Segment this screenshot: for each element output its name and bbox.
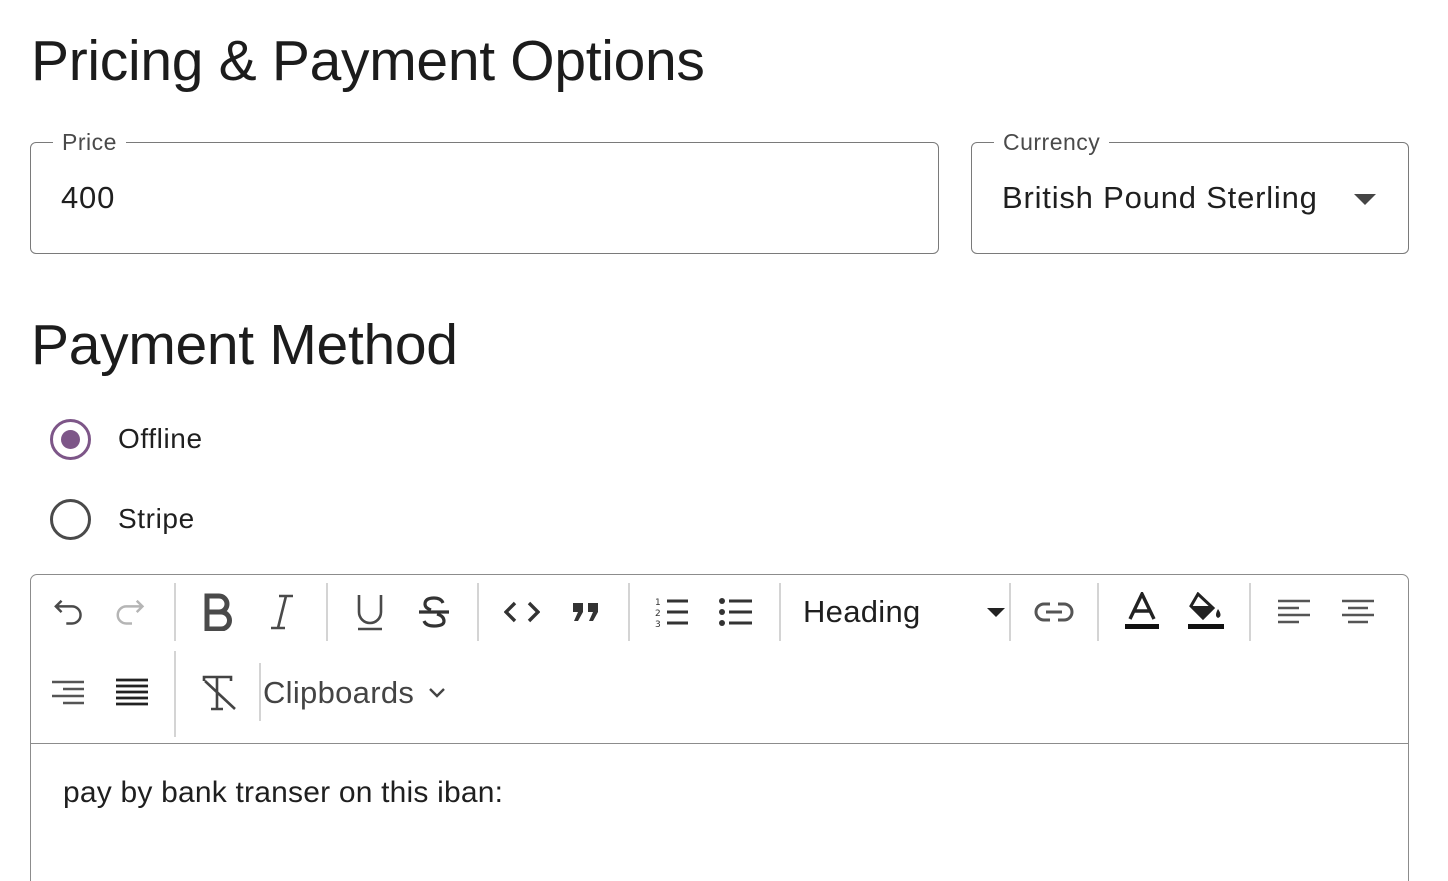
highlight-color-icon [1188, 592, 1224, 629]
redo-button[interactable] [107, 587, 157, 637]
text-color-button[interactable] [1117, 587, 1167, 637]
radio-stripe[interactable] [50, 498, 91, 540]
pricing-page: Pricing & Payment Options Price 400 Curr… [0, 0, 1448, 881]
align-right-button[interactable] [43, 668, 93, 718]
highlight-color-button[interactable] [1181, 587, 1231, 637]
toolbar-separator [1009, 583, 1011, 641]
currency-label: Currency [994, 129, 1110, 155]
toolbar-separator [477, 583, 479, 641]
toolbar-separator [1097, 583, 1099, 641]
radio-option-stripe[interactable]: Stripe [50, 498, 195, 540]
price-input[interactable]: 400 [61, 179, 115, 217]
undo-button[interactable] [43, 587, 93, 637]
toolbar-separator [1249, 583, 1251, 641]
clipboards-dropdown[interactable]: Clipboards [263, 668, 446, 718]
bullet-list-icon [719, 598, 752, 626]
align-justify-icon [116, 678, 148, 706]
radio-option-offline[interactable]: Offline [50, 418, 203, 460]
clear-format-icon [202, 675, 236, 711]
link-icon [1034, 602, 1074, 622]
italic-icon [271, 594, 293, 630]
align-right-icon [52, 680, 84, 705]
dropdown-arrow-icon[interactable] [1354, 194, 1376, 205]
bullet-list-button[interactable] [711, 587, 761, 637]
price-label: Price [53, 129, 126, 155]
code-button[interactable] [497, 587, 547, 637]
underline-icon [357, 595, 383, 631]
svg-text:1: 1 [655, 598, 661, 608]
ordered-list-button[interactable]: 123 [647, 587, 697, 637]
align-left-icon [1278, 599, 1310, 624]
undo-icon [54, 599, 82, 625]
chevron-down-icon [429, 688, 446, 698]
editor-toolbar: 123 Heading Clipboards [31, 575, 1408, 744]
currency-value: British Pound Sterling [1002, 180, 1318, 215]
toolbar-separator [779, 583, 781, 641]
align-center-icon [1342, 599, 1374, 624]
code-icon [504, 601, 540, 623]
svg-text:3: 3 [655, 620, 661, 628]
clipboards-label: Clipboards [263, 675, 415, 710]
radio-offline[interactable] [50, 418, 91, 460]
link-button[interactable] [1029, 587, 1079, 637]
bold-icon [204, 593, 232, 631]
italic-button[interactable] [257, 587, 307, 637]
radio-stripe-label: Stripe [118, 503, 195, 534]
toolbar-separator [174, 583, 176, 641]
toolbar-separator [628, 583, 630, 641]
align-justify-button[interactable] [107, 668, 157, 718]
toolbar-separator [174, 651, 176, 737]
blockquote-button[interactable] [561, 587, 611, 637]
rich-text-editor: 123 Heading Clipboards pay by bank trans… [30, 574, 1409, 881]
underline-button[interactable] [345, 587, 395, 637]
ordered-list-icon: 123 [655, 598, 688, 628]
strikethrough-icon [419, 596, 449, 628]
svg-text:2: 2 [655, 609, 661, 619]
radio-offline-label: Offline [118, 423, 203, 454]
toolbar-separator [326, 583, 328, 641]
editor-content[interactable]: pay by bank transer on this iban: [63, 776, 503, 810]
payment-method-title: Payment Method [31, 313, 458, 377]
heading-select[interactable]: Heading [795, 587, 1021, 637]
dropdown-arrow-icon [987, 608, 1005, 617]
bold-button[interactable] [193, 587, 243, 637]
pricing-title: Pricing & Payment Options [31, 29, 705, 93]
price-field[interactable]: Price 400 [30, 129, 939, 254]
text-color-icon [1125, 592, 1159, 629]
strikethrough-button[interactable] [409, 587, 459, 637]
align-left-button[interactable] [1269, 587, 1319, 637]
redo-icon [116, 599, 145, 625]
toolbar-separator [259, 663, 261, 721]
heading-select-label: Heading [803, 594, 921, 629]
blockquote-icon [573, 603, 598, 621]
align-center-button[interactable] [1333, 587, 1383, 637]
currency-select[interactable]: Currency British Pound Sterling [971, 129, 1409, 254]
clear-format-button[interactable] [195, 668, 245, 718]
